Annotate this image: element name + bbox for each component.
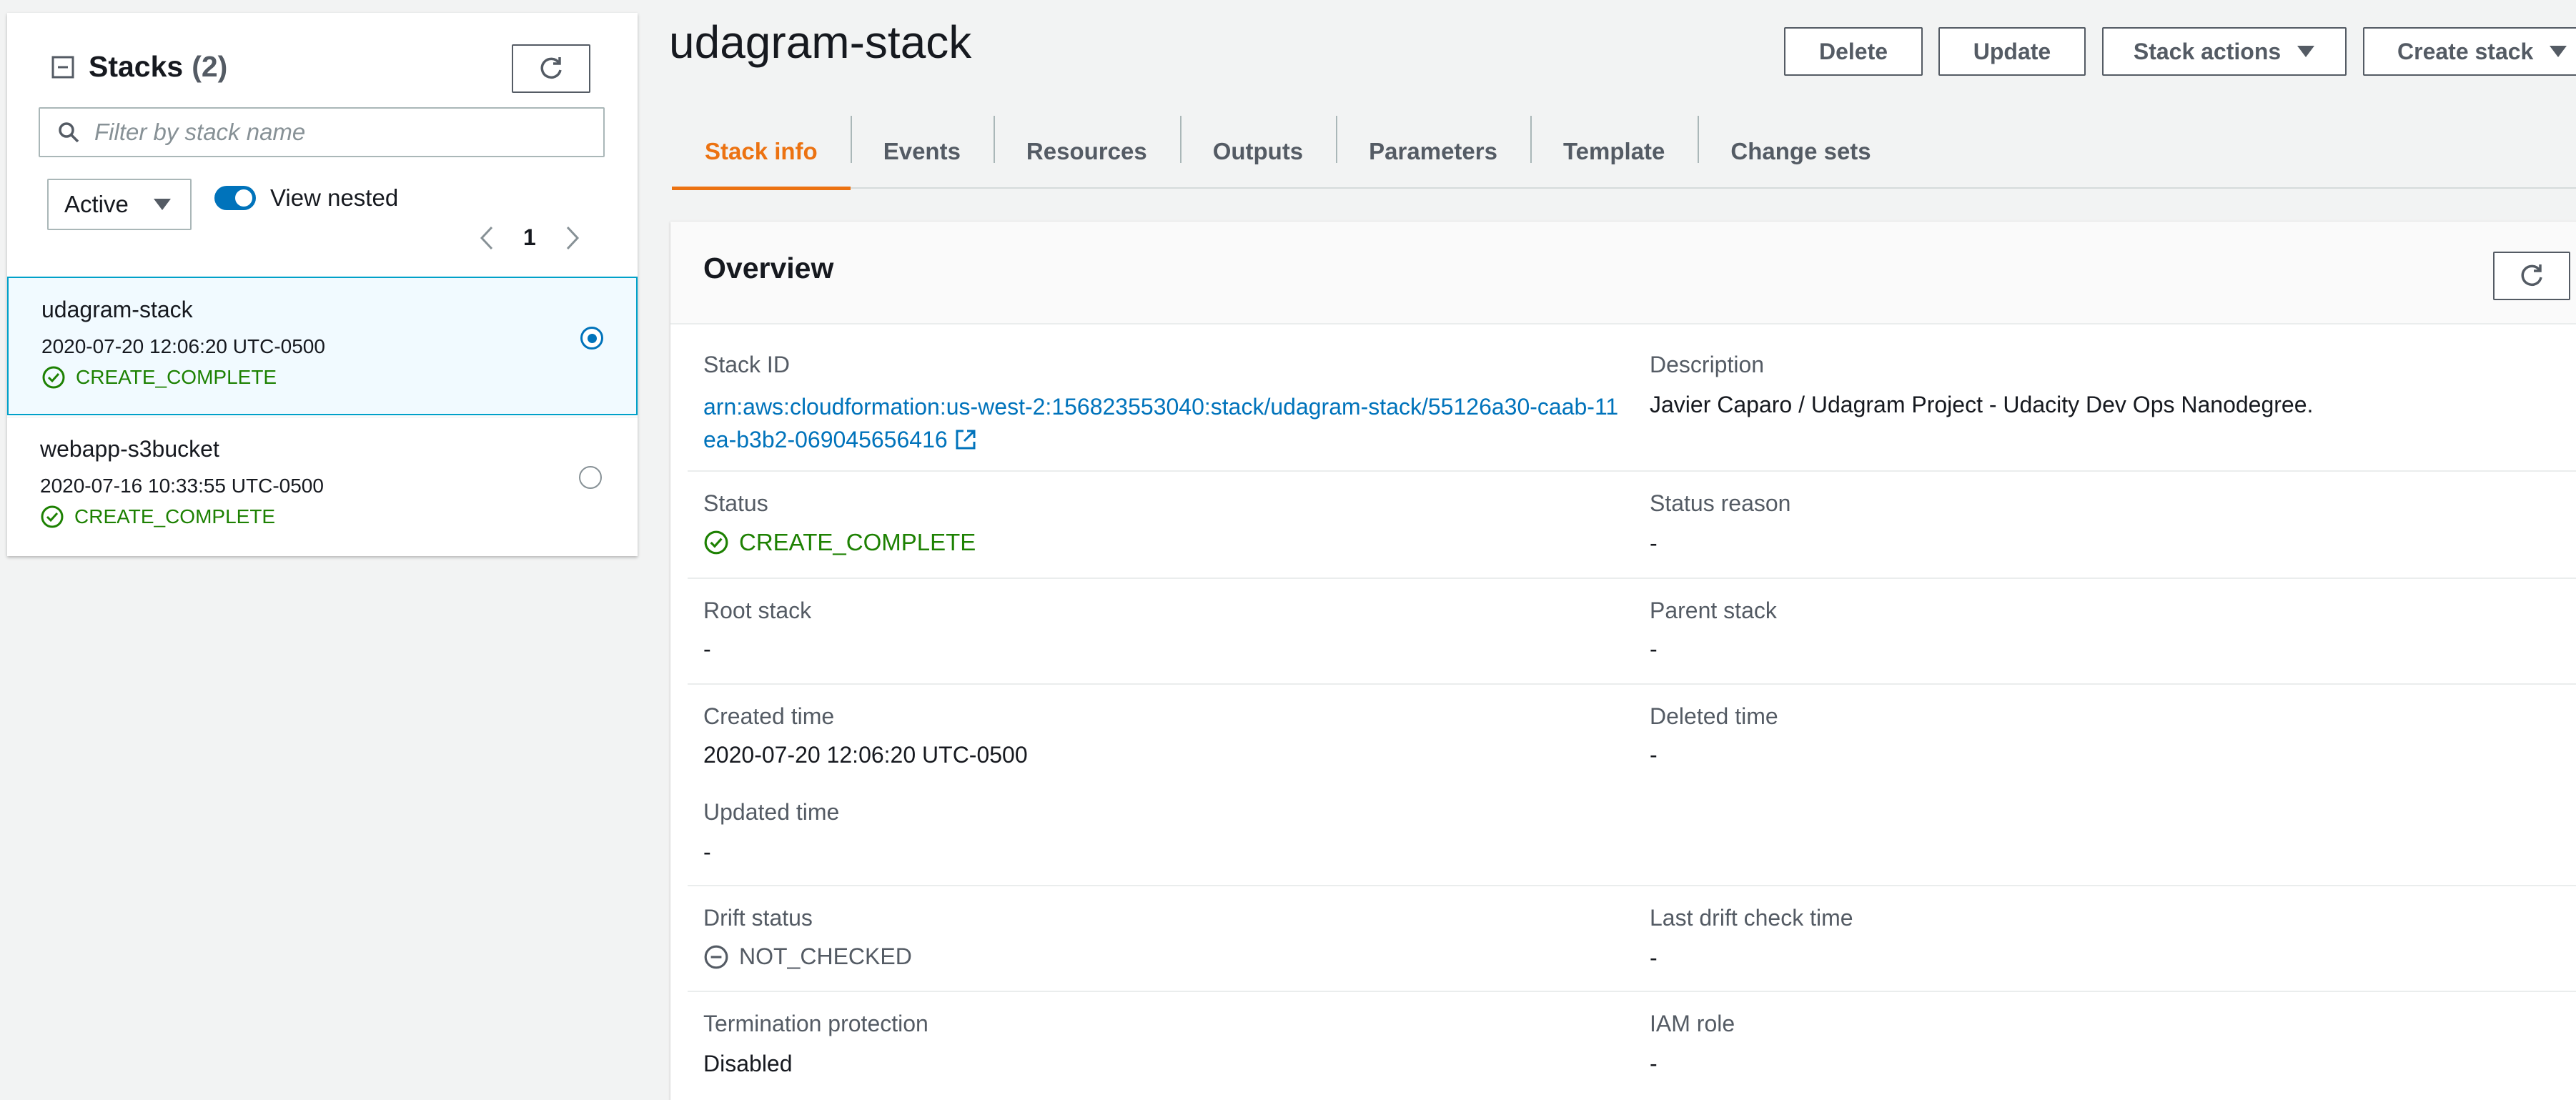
overview-title: Overview: [703, 252, 834, 284]
caret-down-icon: [154, 199, 171, 210]
chevron-left-icon[interactable]: [479, 225, 495, 251]
parent-stack-value: -: [1650, 636, 1658, 662]
status-filter-value: Active: [64, 191, 129, 217]
stack-radio[interactable]: [580, 327, 603, 350]
status-filter-select[interactable]: Active: [47, 179, 192, 230]
delete-button-label: Delete: [1818, 38, 1888, 64]
refresh-overview-button[interactable]: [2493, 252, 2570, 300]
stack-status-text: CREATE_COMPLETE: [76, 366, 277, 388]
stacks-count: (2): [192, 50, 228, 83]
overview-header: Overview: [670, 222, 2576, 324]
caret-down-icon: [2550, 46, 2567, 57]
create-stack-label: Create stack: [2397, 38, 2534, 64]
stack-id-value: arn:aws:cloudformation:us-west-2:1568235…: [703, 394, 1619, 452]
deleted-time-value: -: [1650, 742, 1658, 768]
stack-radio[interactable]: [579, 466, 602, 489]
stack-date: 2020-07-20 12:06:20 UTC-0500: [41, 335, 325, 357]
updated-time-label: Updated time: [703, 799, 840, 825]
parent-stack-label: Parent stack: [1650, 598, 1777, 623]
description-value: Javier Caparo / Udagram Project - Udacit…: [1650, 392, 2314, 417]
minus-circle-icon: [704, 945, 728, 968]
tab-parameters[interactable]: Parameters: [1336, 114, 1530, 189]
stack-name: udagram-stack: [41, 297, 193, 322]
created-time-value: 2020-07-20 12:06:20 UTC-0500: [703, 742, 1028, 768]
stack-name: webapp-s3bucket: [40, 436, 219, 462]
drift-status-text: NOT_CHECKED: [739, 943, 912, 969]
divider: [688, 991, 2576, 992]
stack-id-label: Stack ID: [703, 352, 790, 377]
page-number[interactable]: 1: [523, 224, 536, 251]
update-button[interactable]: Update: [1938, 27, 2086, 76]
toggle-switch[interactable]: [214, 186, 256, 210]
iam-role-value: -: [1650, 1051, 1658, 1076]
delete-button[interactable]: Delete: [1784, 27, 1923, 76]
pagination: 1: [479, 224, 580, 251]
root-stack-value: -: [703, 636, 711, 662]
chevron-right-icon[interactable]: [565, 225, 580, 251]
stack-date: 2020-07-16 10:33:55 UTC-0500: [40, 475, 324, 497]
view-nested-toggle[interactable]: View nested: [214, 184, 398, 212]
divider: [688, 470, 2576, 472]
divider: [688, 885, 2576, 886]
description-label: Description: [1650, 352, 1765, 377]
tab-resources[interactable]: Resources: [993, 114, 1180, 189]
termination-protection-label: Termination protection: [703, 1011, 928, 1036]
divider: [688, 683, 2576, 685]
check-circle-icon: [704, 530, 728, 555]
deleted-time-label: Deleted time: [1650, 703, 1778, 729]
status-text: CREATE_COMPLETE: [739, 529, 976, 555]
root-stack-label: Root stack: [703, 598, 812, 623]
view-nested-label: View nested: [270, 184, 399, 211]
page-title: udagram-stack: [669, 16, 972, 68]
drift-status-value: NOT_CHECKED: [703, 943, 912, 970]
stack-list-item[interactable]: udagram-stack 2020-07-20 12:06:20 UTC-05…: [7, 277, 638, 415]
stacks-title: Stacks: [89, 50, 184, 83]
stack-filter-input[interactable]: [94, 119, 595, 146]
search-icon: [59, 122, 79, 143]
check-circle-icon: [41, 505, 64, 528]
update-button-label: Update: [1973, 38, 2051, 64]
tab-change-sets[interactable]: Change sets: [1698, 114, 1903, 189]
status-reason-label: Status reason: [1650, 490, 1791, 516]
external-link-icon: [956, 430, 976, 450]
stack-list-item[interactable]: webapp-s3bucket 2020-07-16 10:33:55 UTC-…: [7, 417, 638, 555]
drift-status-label: Drift status: [703, 905, 813, 931]
refresh-stacks-button[interactable]: [512, 44, 590, 93]
stack-actions-label: Stack actions: [2133, 38, 2282, 64]
check-circle-icon: [42, 366, 65, 389]
updated-time-value: -: [703, 839, 711, 865]
last-drift-check-value: -: [1650, 945, 1658, 971]
caret-down-icon: [2297, 46, 2315, 57]
tab-outputs[interactable]: Outputs: [1179, 114, 1336, 189]
stack-status: CREATE_COMPLETE: [41, 365, 277, 390]
status-reason-value: -: [1650, 530, 1658, 556]
divider: [688, 578, 2576, 579]
status-label: Status: [703, 490, 768, 516]
refresh-icon: [540, 57, 562, 79]
status-value: CREATE_COMPLETE: [703, 529, 976, 556]
stack-actions-button[interactable]: Stack actions: [2102, 27, 2347, 76]
termination-protection-value: Disabled: [703, 1051, 793, 1076]
filter-box: [39, 107, 605, 157]
overview-panel: Overview Stack ID arn:aws:cloudformation…: [670, 222, 2576, 1100]
stacks-heading: Stacks (2): [51, 50, 227, 84]
stack-status-text: CREATE_COMPLETE: [74, 505, 276, 527]
stack-status: CREATE_COMPLETE: [40, 505, 275, 529]
create-stack-button[interactable]: Create stack: [2363, 27, 2576, 76]
created-time-label: Created time: [703, 703, 835, 729]
last-drift-check-label: Last drift check time: [1650, 905, 1853, 931]
iam-role-label: IAM role: [1650, 1011, 1735, 1036]
collapse-icon[interactable]: [51, 56, 74, 79]
tab-events[interactable]: Events: [850, 114, 994, 189]
tab-template[interactable]: Template: [1530, 114, 1698, 189]
tab-stack-info[interactable]: Stack info: [672, 114, 851, 190]
stacks-panel: Stacks (2) Active View nested 1: [7, 13, 638, 556]
stack-id-link[interactable]: arn:aws:cloudformation:us-west-2:1568235…: [703, 390, 1625, 456]
stack-tabs: Stack info Events Resources Outputs Para…: [672, 114, 2576, 190]
refresh-icon: [2521, 264, 2542, 287]
